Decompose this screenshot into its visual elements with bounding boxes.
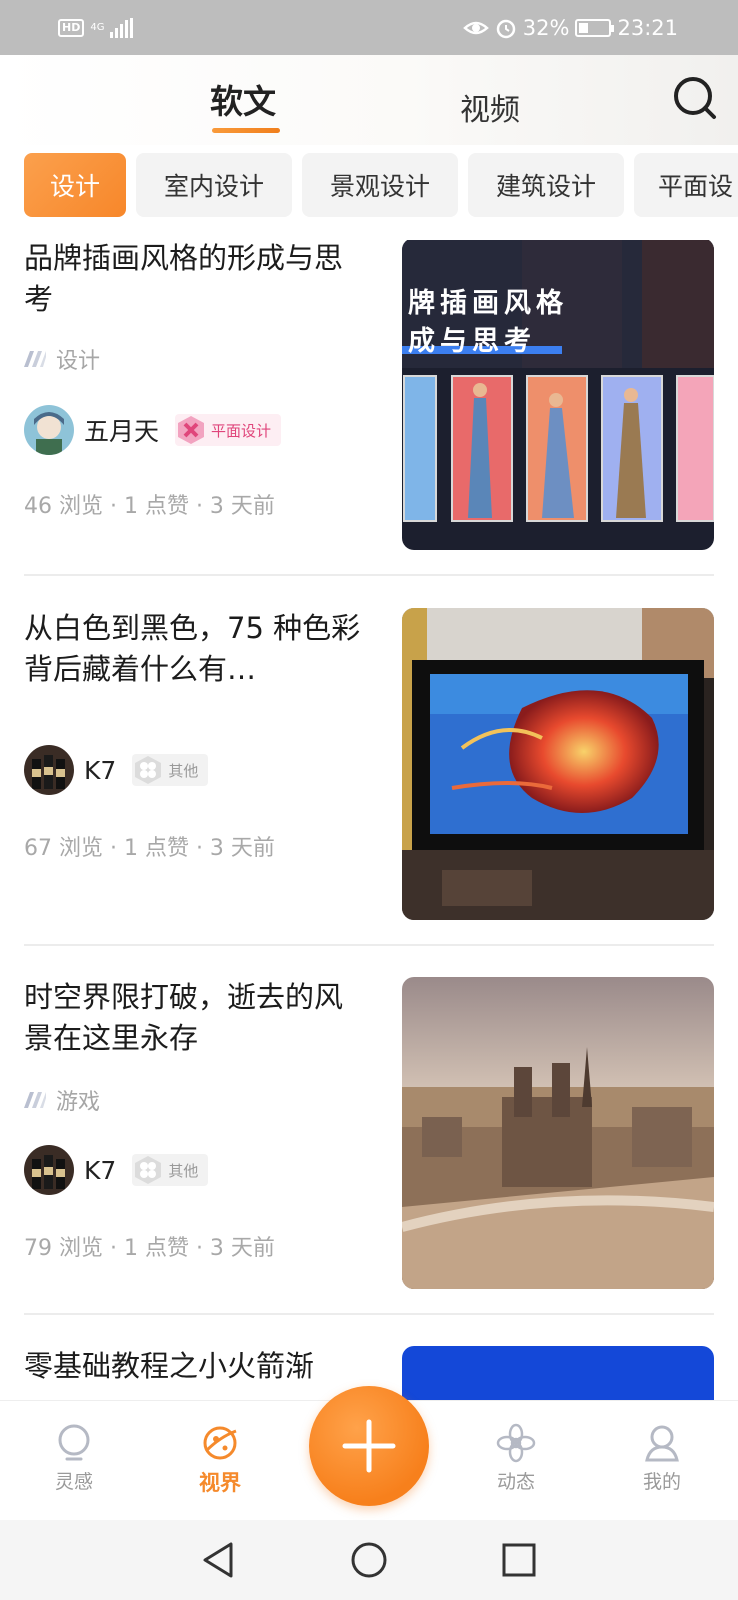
article-stats: 67 浏览 · 1 点赞 · 3 天前 — [24, 836, 275, 861]
battery-percent: 32% — [522, 15, 570, 40]
nav-label: 视界 — [199, 1471, 241, 1495]
chip-graphic-design[interactable]: 平面设 — [634, 153, 738, 217]
status-right: 32% 23:21 — [462, 15, 678, 40]
chip-architecture-design[interactable]: 建筑设计 — [468, 153, 624, 217]
article-author[interactable]: K7 其他 — [24, 745, 209, 795]
nav-vision[interactable]: 视界 — [180, 1423, 260, 1497]
category-label: 设计 — [56, 349, 101, 374]
category-slash-icon — [24, 351, 46, 367]
article-thumbnail[interactable] — [402, 608, 714, 920]
avatar[interactable] — [24, 745, 74, 795]
author-name[interactable]: K7 — [84, 1156, 116, 1185]
chip-design[interactable]: 设计 — [24, 153, 126, 217]
hd-badge: HD — [58, 18, 85, 37]
article-thumbnail[interactable] — [402, 1346, 714, 1400]
article-author[interactable]: K7 其他 — [24, 1145, 209, 1195]
recents-icon[interactable] — [499, 1540, 539, 1580]
feed-divider — [24, 574, 714, 576]
article-stats: 46 浏览 · 1 点赞 · 3 天前 — [24, 494, 275, 519]
feed-divider — [24, 944, 714, 946]
chip-landscape-design[interactable]: 景观设计 — [302, 153, 458, 217]
app-screen: HD 4G 32% 23:21 软文 视频 设计 室内设计 景观设计 建筑设计 … — [0, 0, 738, 1600]
alarm-icon — [496, 19, 516, 38]
tag-label: 其他 — [168, 761, 199, 780]
thumb-text-line-1: 牌插画风格 — [408, 288, 568, 319]
plus-icon — [342, 1419, 396, 1473]
flower-icon — [496, 1423, 536, 1463]
nav-inspiration[interactable]: 灵感 — [34, 1423, 114, 1494]
avatar[interactable] — [24, 1145, 74, 1195]
lightbulb-icon — [58, 1424, 90, 1461]
article-category: 设计 — [24, 343, 100, 375]
article-title[interactable]: 时空界限打破，逝去的风景在这里永存 — [24, 977, 364, 1059]
nav-label: 我的 — [642, 1471, 681, 1493]
tag-label: 平面设计 — [211, 421, 272, 440]
home-icon[interactable] — [349, 1540, 389, 1580]
top-header: 软文 视频 — [0, 55, 738, 145]
article-title[interactable]: 品牌插画风格的形成与思考 — [24, 240, 364, 320]
author-name[interactable]: 五月天 — [84, 412, 159, 448]
article-title[interactable]: 从白色到黑色，75 种色彩背后藏着什么有… — [24, 608, 364, 690]
planet-icon — [203, 1426, 237, 1460]
status-bar: HD 4G 32% 23:21 — [0, 0, 738, 55]
nav-label: 动态 — [496, 1471, 535, 1493]
graphic-design-tag-icon — [178, 416, 205, 444]
article-card[interactable]: 从白色到黑色，75 种色彩背后藏着什么有… K7 其他 67 浏览 · 1 点赞… — [24, 608, 714, 923]
author-tag: 平面设计 — [175, 414, 282, 446]
signal-icon — [110, 17, 134, 38]
nav-label: 灵感 — [54, 1471, 93, 1493]
category-chips: 设计 室内设计 景观设计 建筑设计 平面设 — [24, 153, 738, 217]
eye-icon — [462, 21, 489, 34]
article-card[interactable]: 时空界限打破，逝去的风景在这里永存 游戏 K7 其他 79 浏览 · 1 点赞 … — [24, 977, 714, 1292]
article-title[interactable]: 零基础教程之小火箭渐 — [24, 1346, 354, 1387]
create-post-button[interactable] — [309, 1386, 429, 1506]
tag-label: 其他 — [168, 1161, 199, 1180]
active-tab-indicator — [212, 128, 280, 133]
article-author[interactable]: 五月天 平面设计 — [24, 405, 282, 455]
avatar[interactable] — [24, 405, 74, 455]
chip-interior-design[interactable]: 室内设计 — [136, 153, 292, 217]
back-icon[interactable] — [199, 1540, 239, 1580]
author-tag: 其他 — [132, 1154, 209, 1186]
network-type: 4G — [90, 21, 105, 33]
other-tag-icon — [135, 1156, 162, 1184]
category-slash-icon — [24, 1092, 46, 1108]
nav-profile[interactable]: 我的 — [622, 1423, 702, 1494]
article-stats: 79 浏览 · 1 点赞 · 3 天前 — [24, 1236, 275, 1261]
nav-activity[interactable]: 动态 — [476, 1423, 556, 1494]
category-label: 游戏 — [56, 1090, 101, 1115]
battery-icon — [575, 18, 615, 37]
tab-articles[interactable]: 软文 — [210, 75, 276, 123]
thumb-text-line-2: 成与思考 — [408, 326, 536, 357]
article-thumbnail[interactable]: 牌插画风格 成与思考 — [402, 240, 714, 550]
clock: 23:21 — [617, 15, 678, 40]
feed-divider — [24, 1313, 714, 1315]
system-nav-bar — [0, 1520, 738, 1600]
article-category: 游戏 — [24, 1084, 100, 1116]
author-tag: 其他 — [132, 754, 209, 786]
search-icon[interactable] — [672, 75, 718, 121]
tab-videos[interactable]: 视频 — [460, 85, 520, 129]
article-thumbnail[interactable] — [402, 977, 714, 1289]
status-left: HD 4G — [58, 17, 134, 38]
other-tag-icon — [135, 756, 162, 784]
article-feed: 品牌插画风格的形成与思考 设计 五月天 平面设计 46 浏览 · 1 点赞 · … — [0, 240, 738, 1400]
author-name[interactable]: K7 — [84, 756, 116, 785]
article-card[interactable]: 品牌插画风格的形成与思考 设计 五月天 平面设计 46 浏览 · 1 点赞 · … — [24, 240, 714, 553]
user-icon — [645, 1425, 679, 1462]
